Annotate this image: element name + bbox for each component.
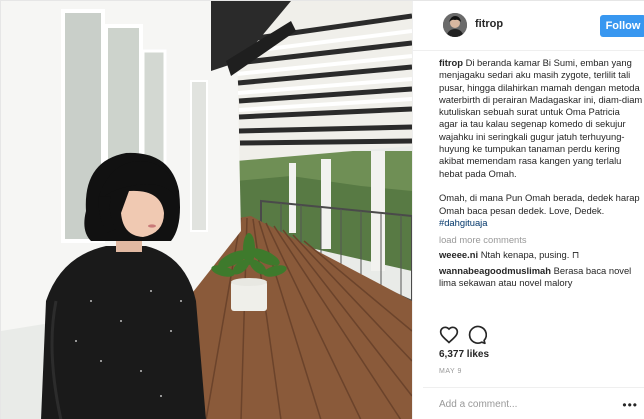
add-comment-bar: ••• [423,387,644,419]
comment-item: wannabeagoodmuslimah Berasa baca novel l… [439,265,644,290]
comments-section: fitrop Di beranda kamar Bi Sumi, emban y… [439,57,644,322]
post-actions [439,325,499,345]
post-date: MAY 9 [439,368,462,375]
more-options-icon[interactable]: ••• [622,398,638,412]
comment-item: weeee.ni Ntah kenapa, pusing. ⊓ [439,249,644,261]
caption: fitrop Di beranda kamar Bi Sumi, emban y… [439,57,644,229]
avatar[interactable] [443,13,467,37]
comment-username[interactable]: wannabeagoodmuslimah [439,265,551,276]
instagram-post: fitrop Follow fitrop Di beranda kamar Bi… [0,0,644,419]
comment-text: Ntah kenapa, pusing. ⊓ [480,249,580,261]
photo-scene [1,1,412,419]
post-photo[interactable] [1,1,412,419]
heart-icon[interactable] [439,325,459,345]
hashtag-link[interactable]: #dahgituaja [439,217,487,228]
comment-icon[interactable] [467,325,488,345]
comment-username[interactable]: weeee.ni [439,249,478,260]
caption-text: Di beranda kamar Bi Sumi, emban yang men… [439,57,643,216]
likes-count[interactable]: 6,377 likes [439,349,489,360]
username[interactable]: fitrop [475,18,503,30]
post-header: fitrop Follow [413,1,644,51]
follow-button[interactable]: Follow [600,15,644,37]
post-sidebar: fitrop Follow fitrop Di beranda kamar Bi… [412,1,644,419]
add-comment-input[interactable] [439,396,609,412]
avatar-image-icon [443,13,467,37]
caption-username[interactable]: fitrop [439,57,463,68]
load-more-comments-link[interactable]: load more comments [439,234,644,246]
